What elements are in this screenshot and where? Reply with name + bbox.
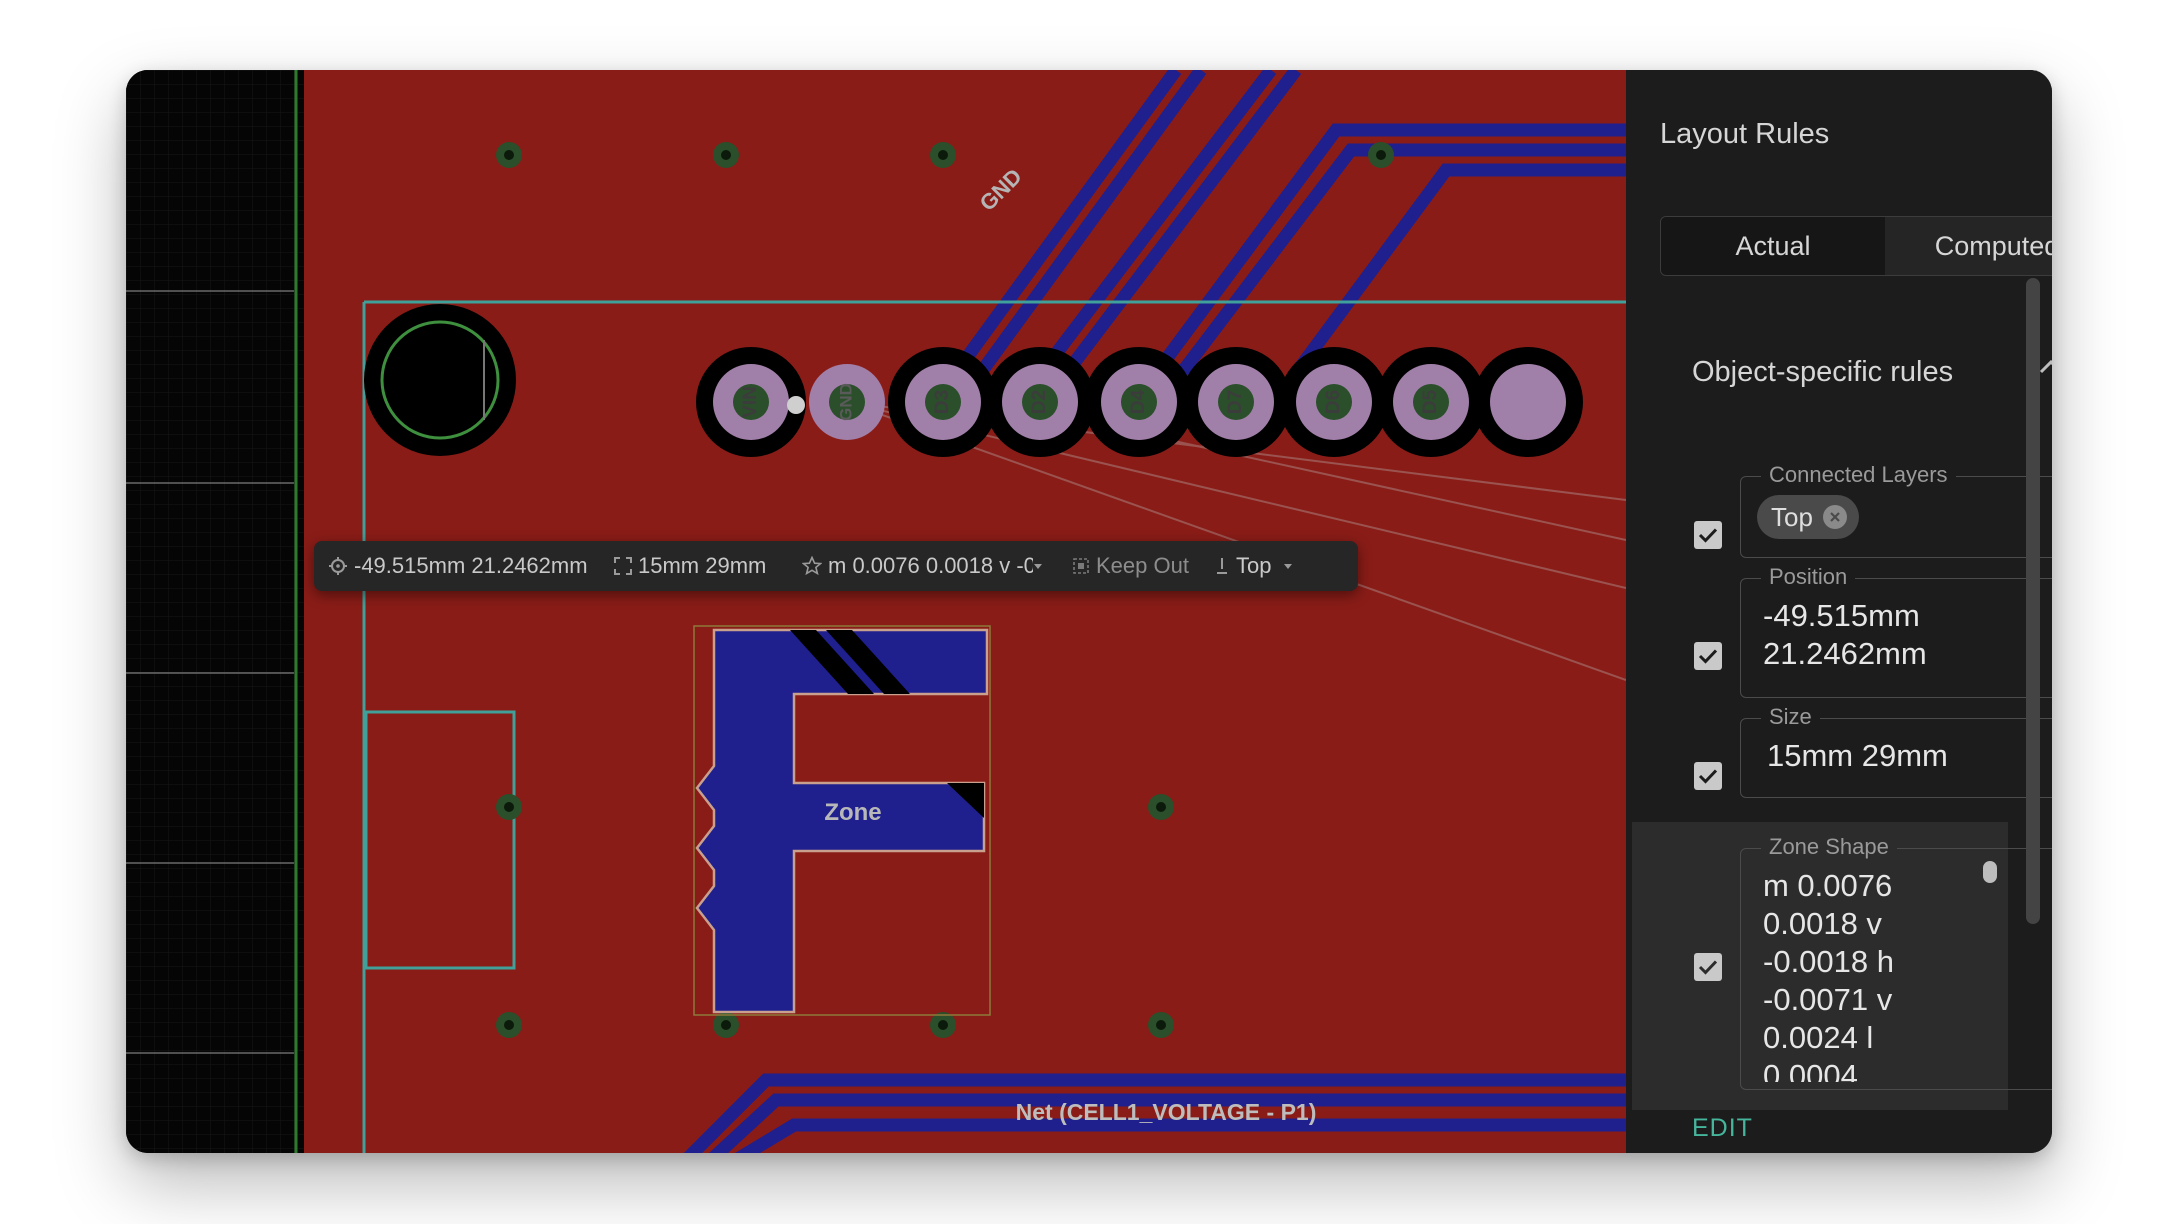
keep-out-toggle[interactable]: Keep Out [1072, 541, 1202, 591]
connected-layers-field[interactable]: Connected Layers Top [1740, 462, 2052, 558]
panel-title: Layout Rules [1660, 118, 1830, 150]
layout-rules-panel: Layout Rules Actual Computed Object-spec… [1626, 70, 2052, 1153]
position-line-1: -49.515mm [1763, 598, 1920, 633]
check-icon [1698, 960, 1718, 975]
position-field[interactable]: Position -49.515mm 21.2462mm [1740, 564, 2052, 698]
pad-d4[interactable]: D4 [1084, 347, 1194, 457]
shape-dropdown[interactable]: m 0.0076 0.0018 v -0.0018 [802, 541, 1058, 591]
chevron-down-icon [1284, 564, 1293, 569]
zone-shape-text[interactable]: m 0.0076 0.0018 v -0.0018 h -0.0071 v 0.… [1763, 867, 1973, 1082]
zone-shape-scrollbar[interactable] [1983, 861, 1997, 883]
keep-out-label: Keep Out [1096, 553, 1189, 578]
rules-view-toggle: Actual Computed [1660, 216, 2052, 276]
selection-toolbar: -49.515mm 21.2462mm 15mm 29mm m 0.0076 0… [314, 541, 1358, 591]
check-icon [1698, 528, 1718, 543]
chevron-up-icon[interactable] [2038, 356, 2052, 383]
resize-icon [614, 557, 632, 575]
position-readout[interactable]: -49.515mm 21.2462mm [328, 541, 602, 591]
position-checkbox[interactable] [1694, 642, 1722, 670]
layer-icon [1217, 558, 1227, 574]
pad-d3[interactable]: D3 [888, 347, 998, 457]
shape-value: m 0.0076 0.0018 v -0.0018 [828, 553, 1033, 578]
zone-shape-field[interactable]: Zone Shape m 0.0076 0.0018 v -0.0018 h -… [1740, 834, 2052, 1090]
zone-label: Zone [824, 799, 881, 826]
pad-d5[interactable]: D5 [1376, 347, 1486, 457]
layer-value: Top [1236, 553, 1272, 578]
pcb-canvas[interactable]: VIN GND D3 D2 D4 D7 D6 D5 Zone GND Net (… [126, 70, 1626, 1153]
pin-label-d7: D7 [1225, 390, 1246, 414]
position-value: -49.515mm 21.2462mm [354, 553, 588, 578]
mounting-hole[interactable] [364, 304, 516, 456]
panel-scrollbar[interactable] [2026, 278, 2040, 924]
position-line-2: 21.2462mm [1763, 636, 1927, 671]
size-value: 15mm 29mm [638, 553, 767, 578]
section-title: Object-specific rules [1692, 356, 1954, 388]
check-icon [1698, 649, 1718, 664]
pin-label-d5: D5 [1420, 389, 1441, 414]
layer-chip: Top [1757, 495, 1859, 539]
size-readout[interactable]: 15mm 29mm [614, 541, 794, 591]
close-icon[interactable] [1822, 505, 1847, 529]
check-icon [1698, 769, 1718, 784]
pin-label-d4: D4 [1128, 389, 1149, 414]
size-checkbox[interactable] [1694, 762, 1722, 790]
size-field[interactable]: Size 15mm 29mm [1740, 704, 2052, 798]
size-value: 15mm 29mm [1767, 738, 1948, 773]
connected-layers-checkbox[interactable] [1694, 521, 1722, 549]
pad-d2[interactable]: D2 [985, 347, 1095, 457]
pin-label-vin: VIN [740, 386, 761, 418]
chevron-down-icon [1034, 564, 1042, 569]
layer-dropdown[interactable]: Top [1214, 541, 1334, 591]
net-label: Net (CELL1_VOLTAGE - P1) [1016, 1099, 1317, 1125]
field-label: Position [1761, 564, 1856, 590]
field-label: Connected Layers [1761, 462, 1956, 488]
pin-label-gnd: GND [836, 383, 855, 421]
pcb-editor-window: VIN GND D3 D2 D4 D7 D6 D5 Zone GND Net (… [126, 70, 2052, 1153]
keep-out-icon [1073, 558, 1089, 574]
tab-computed[interactable]: Computed [1885, 217, 2052, 275]
star-icon [802, 556, 822, 576]
field-label: Size [1761, 704, 1820, 730]
edit-button[interactable]: EDIT [1692, 1114, 1753, 1143]
pin-label-d2: D2 [1029, 390, 1050, 414]
pin-label-d3: D3 [932, 390, 953, 414]
pin-label-d6: D6 [1323, 390, 1344, 414]
pad-partial[interactable] [1473, 347, 1583, 457]
tab-actual[interactable]: Actual [1661, 217, 1885, 275]
field-label: Zone Shape [1761, 834, 1897, 860]
pad-d7[interactable]: D7 [1181, 347, 1291, 457]
crosshair-icon [329, 557, 347, 575]
pad-marker [787, 396, 805, 414]
pad-d6[interactable]: D6 [1279, 347, 1389, 457]
pad-gnd[interactable]: GND [809, 364, 885, 440]
copper-pour [304, 70, 1626, 1153]
chip-label: Top [1771, 501, 1813, 532]
zone-shape-checkbox[interactable] [1694, 953, 1722, 981]
